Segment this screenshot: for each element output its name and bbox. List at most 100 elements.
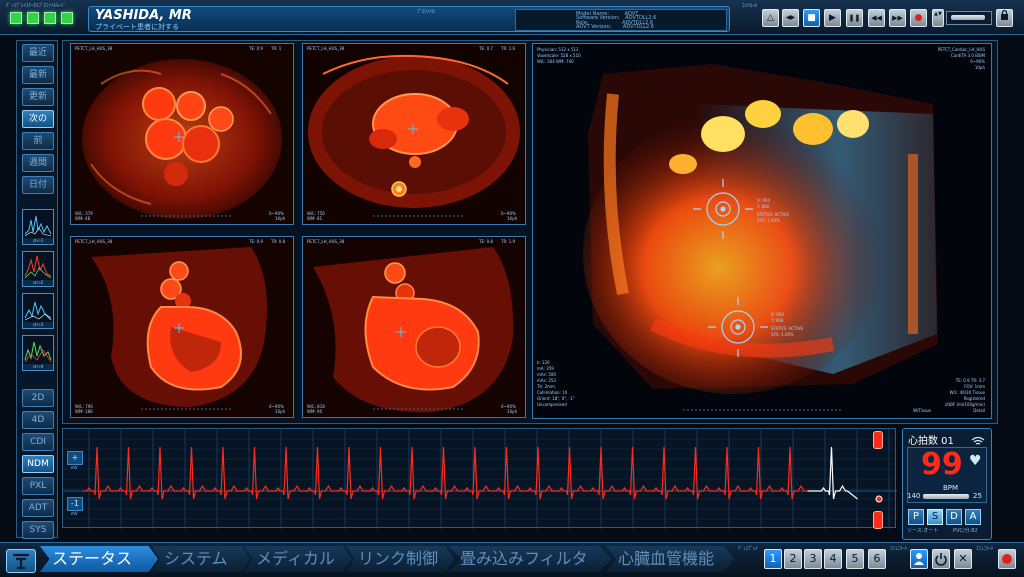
scan-tr: TR: 0.8 <box>271 239 286 244</box>
tab-medical[interactable]: メディカル <box>244 546 352 572</box>
tab-status[interactable]: ステータス <box>40 546 158 572</box>
mode-button-d[interactable]: D <box>946 509 962 525</box>
rewind-button[interactable]: ◀◀ <box>868 9 885 27</box>
sidebar-btn-next[interactable]: 次の <box>22 110 54 128</box>
scan-title: PETCT_LH_HUS_38 <box>307 46 345 51</box>
mri-view-1[interactable]: PETCT_LH_HUS_38 TE: 0.9 TR: 1 W/L: 379 W… <box>70 43 294 225</box>
volume-info-line: Detail <box>973 408 985 413</box>
record-button[interactable]: ● <box>910 9 927 27</box>
display-6-button[interactable]: 6 <box>868 549 886 569</box>
ekg-marker-top[interactable] <box>873 431 883 449</box>
scan-thumbnail-1[interactable]: ｽｷｬﾝ1 <box>22 209 54 245</box>
volume-info-line: CardiTA 3.0 BSIM <box>950 53 985 58</box>
scan-thumbnail-4[interactable]: ｽｷｬﾝ4 <box>22 335 54 371</box>
mri-view-2[interactable]: PETCT_LH_HUS_38 TE: 0.7 TR: 1.6 W/L: 750… <box>302 43 526 225</box>
user-icon[interactable] <box>910 549 928 569</box>
scan-thumbnail-2[interactable]: ｽｷｬﾝ2 <box>22 251 54 287</box>
scan-wm: WM: 81 <box>307 216 323 221</box>
fast-forward-button[interactable]: ▶▶ <box>889 9 906 27</box>
eject-button[interactable]: △ <box>762 9 779 27</box>
display-1-button[interactable]: 1 <box>764 549 782 569</box>
mode-button-s[interactable]: S <box>927 509 943 525</box>
target-1-sys: SYS: 1.00% <box>757 218 780 223</box>
power-icon[interactable] <box>932 549 950 569</box>
volume-info-line: Physician: 512 x 512 <box>537 47 579 52</box>
display-status-label: ﾃﾞｨｽﾌﾟﾚｲｽﾃｰﾀｽﾌﾟﾛﾌｧｲﾙﾓｰﾄﾞ <box>6 3 67 9</box>
scan-phase: 10ph <box>507 216 518 221</box>
volume-info-line: W/L: 304 WM: 740 <box>537 59 574 64</box>
tab-convolution-filter[interactable]: 畳み込みフィルタ <box>448 546 612 572</box>
sidebar-btn-cdi[interactable]: CDI <box>22 433 54 451</box>
scan-thumbnail-3[interactable]: ｽｷｬﾝ3 <box>22 293 54 329</box>
sidebar-btn-week[interactable]: 週間 <box>22 154 54 172</box>
communicate-label: ｺﾐｭﾆｹｰﾄ <box>890 546 908 552</box>
sidebar-btn-ndm[interactable]: NDM <box>22 455 54 473</box>
lock-icon[interactable] <box>996 9 1013 27</box>
scan-tr: TR: 1 <box>271 46 282 51</box>
heart-rate-value: 99 <box>921 447 963 482</box>
close-icon[interactable]: ✕ <box>954 549 972 569</box>
sidebar-btn-2d[interactable]: 2D <box>22 389 54 407</box>
scan-phase: 10ph <box>507 409 518 414</box>
sidebar-btn-4d[interactable]: 4D <box>22 411 54 429</box>
ekg-gain-down-button[interactable]: -1 <box>67 497 83 511</box>
profile-mini-label: ﾌﾟﾛﾌｧｲﾙ <box>417 9 435 15</box>
ekg-strip: + mV -1 mV <box>62 428 897 529</box>
record-icon[interactable] <box>998 549 1016 569</box>
play-button[interactable]: ▶ <box>824 9 841 27</box>
sidebar-btn-pxl[interactable]: PXL <box>22 477 54 495</box>
volume-stepper[interactable]: ▲▼ <box>932 9 944 27</box>
ekg-unit-bottom: mV <box>71 511 78 516</box>
heart-range-slider[interactable] <box>923 494 969 499</box>
heart-pvc: PVC/分:82 <box>953 528 978 534</box>
mri-view-4[interactable]: PETCT_LH_HUS_38 TE: 0.8 TR: 1.9 W/L: 818… <box>302 236 526 418</box>
scan-title: PETCT_LH_HUS_38 <box>75 46 113 51</box>
display-2-button[interactable]: 2 <box>784 549 802 569</box>
volume-render-view[interactable]: Physician: 512 x 512 Voxelscale: 528 x 5… <box>532 43 992 419</box>
thumbnail-label: ｽｷｬﾝ2 <box>23 280 53 286</box>
thumbnail-label: ｽｷｬﾝ4 <box>23 364 53 370</box>
scan-wm: WM: 90 <box>307 409 323 414</box>
volume-info-line: Th: 2mm <box>537 384 555 389</box>
sidebar-btn-sys[interactable]: SYS <box>22 521 54 539</box>
sidebar-btn-recent[interactable]: 最近 <box>22 44 54 62</box>
step-button[interactable]: ◀▶ <box>782 9 799 27</box>
home-icon[interactable] <box>6 549 36 573</box>
heart-range-max: 25 <box>973 492 982 500</box>
display-5-button[interactable]: 5 <box>846 549 864 569</box>
top-bar: ﾃﾞｨｽﾌﾟﾚｲｽﾃｰﾀｽﾌﾟﾛﾌｧｲﾙﾓｰﾄﾞ YASHIDA, MR プライ… <box>0 0 1024 35</box>
heart-rate-title: 心拍数 01 <box>908 436 954 447</box>
mode-button-a[interactable]: A <box>965 509 981 525</box>
stop-button[interactable]: ■ <box>803 9 820 27</box>
sidebar-btn-prev[interactable]: 前 <box>22 132 54 150</box>
ekg-marker-bottom[interactable] <box>873 511 883 529</box>
mode-button-p[interactable]: P <box>908 509 924 525</box>
tab-cardiovascular[interactable]: 心臓血管機能 <box>606 546 734 572</box>
heart-range-min: 140 <box>907 492 921 500</box>
heart-rate-unit: BPM <box>943 484 959 492</box>
sidebar-btn-adt[interactable]: ADT <box>22 499 54 517</box>
volume-info-line: zOBF (ml/100g/min) <box>944 402 985 407</box>
thumbnail-label: ｽｷｬﾝ3 <box>23 322 53 328</box>
sidebar-btn-date[interactable]: 日付 <box>22 176 54 194</box>
volume-slider[interactable] <box>946 11 992 25</box>
target-1-x: X: 950 <box>757 198 770 203</box>
pause-button[interactable]: ❚❚ <box>846 9 863 27</box>
tab-system[interactable]: システム <box>152 546 250 572</box>
ekg-gain-up-button[interactable]: + <box>67 451 83 465</box>
scan-te: TE: 0.9 <box>249 46 263 51</box>
model-info-box: Model Name: ADVT Software Version: ADVTD… <box>515 9 727 31</box>
scan-te: TE: 0.9 <box>249 239 263 244</box>
tab-link-control[interactable]: リンク制御 <box>346 546 454 572</box>
status-led-1 <box>10 12 22 24</box>
display-3-button[interactable]: 3 <box>804 549 822 569</box>
volume-info-line: W/Tissue <box>913 408 931 413</box>
volume-info-line: Registered <box>963 396 985 401</box>
sidebar-btn-latest[interactable]: 最新 <box>22 66 54 84</box>
display-4-button[interactable]: 4 <box>824 549 842 569</box>
volume-info-line: FOV: 1mm <box>964 384 985 389</box>
display-label: ﾃﾞｨｽﾌﾟﾚｲ <box>738 546 759 552</box>
sidebar-btn-update[interactable]: 更新 <box>22 88 54 106</box>
control-label: ｺﾝﾄﾛｰﾙ <box>742 3 758 9</box>
mri-view-3[interactable]: PETCT_LH_HUS_38 TE: 0.9 TR: 0.8 W/L: 796… <box>70 236 294 418</box>
